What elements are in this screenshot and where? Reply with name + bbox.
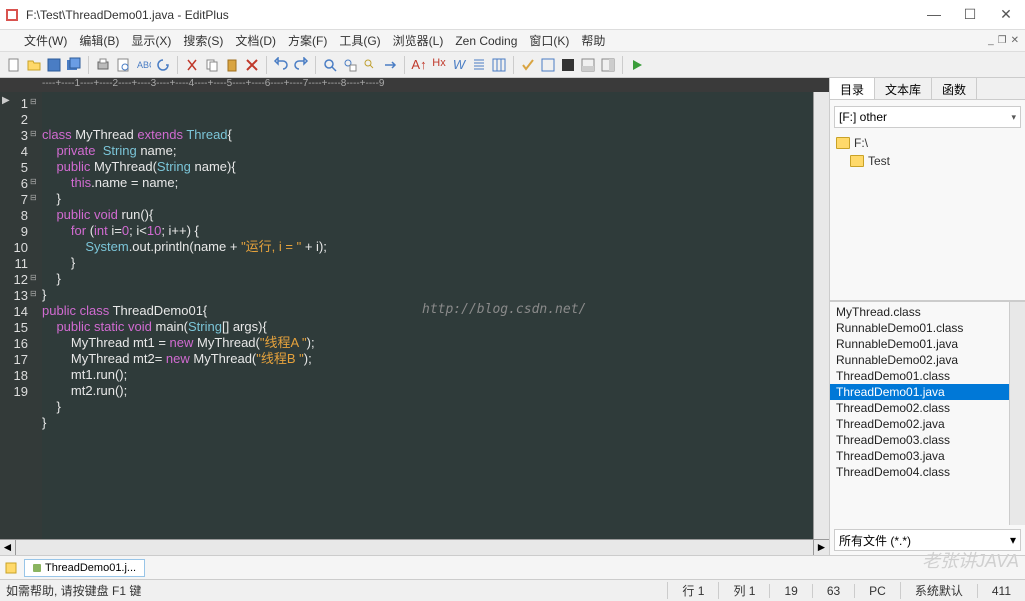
status-col: 列 1 — [718, 582, 769, 599]
redo-icon[interactable] — [293, 57, 309, 73]
file-item[interactable]: RunnableDemo01.class — [830, 320, 1009, 336]
window-title: F:\Test\ThreadDemo01.java - EditPlus — [26, 8, 927, 22]
file-filter-dropdown[interactable]: 所有文件 (*.*) ▾ — [834, 529, 1021, 551]
menu-browser[interactable]: 浏览器(L) — [393, 32, 444, 49]
indent-icon[interactable] — [471, 57, 487, 73]
new-file-icon[interactable] — [6, 57, 22, 73]
vertical-scrollbar[interactable] — [813, 92, 829, 539]
menu-doc[interactable]: 文档(D) — [235, 32, 276, 49]
status-encoding: PC — [854, 584, 900, 598]
status-line: 行 1 — [667, 582, 718, 599]
watermark-url: http://blog.csdn.net/ — [422, 302, 586, 318]
file-list[interactable]: MyThread.classRunnableDemo01.classRunnab… — [830, 302, 1009, 525]
maximize-button[interactable]: ☐ — [963, 8, 977, 22]
title-bar: F:\Test\ThreadDemo01.java - EditPlus — ☐… — [0, 0, 1025, 30]
spell-icon[interactable]: ABC — [135, 57, 151, 73]
svg-text:ABC: ABC — [137, 60, 151, 70]
folder-tree[interactable]: F:\Test — [830, 130, 1025, 300]
app-icon — [4, 7, 20, 23]
status-ime: 系统默认 — [900, 582, 977, 599]
status-help: 如需帮助, 请按键盘 F1 键 — [0, 582, 667, 599]
file-list-scrollbar[interactable] — [1009, 302, 1025, 525]
file-item[interactable]: ThreadDemo02.java — [830, 416, 1009, 432]
menu-help[interactable]: 帮助 — [581, 32, 605, 49]
drive-dropdown[interactable]: [F:] other ▾ — [834, 106, 1021, 128]
chevron-down-icon: ▾ — [1010, 533, 1016, 547]
replace-icon[interactable] — [342, 57, 358, 73]
status-chars: 63 — [812, 584, 854, 598]
status-bar: 如需帮助, 请按键盘 F1 键 行 1 列 1 19 63 PC 系统默认 41… — [0, 579, 1025, 601]
menu-plan[interactable]: 方案(F) — [288, 32, 327, 49]
menu-bar: 文件(W) 编辑(B) 显示(X) 搜索(S) 文档(D) 方案(F) 工具(G… — [0, 30, 1025, 52]
font-larger-icon[interactable]: A↑ — [411, 57, 427, 73]
mdi-close-icon[interactable]: ✕ — [1011, 35, 1019, 46]
side-panel: 目录 文本库 函数 [F:] other ▾ F:\Test MyThread.… — [829, 78, 1025, 555]
file-item[interactable]: ThreadDemo04.class — [830, 464, 1009, 480]
document-tab[interactable]: ThreadDemo01.j... — [24, 559, 145, 577]
terminal-icon[interactable] — [560, 57, 576, 73]
menu-search[interactable]: 搜索(S) — [183, 32, 223, 49]
menu-view[interactable]: 显示(X) — [131, 32, 171, 49]
columns-icon[interactable] — [491, 57, 507, 73]
cut-icon[interactable] — [184, 57, 200, 73]
check-icon[interactable] — [520, 57, 536, 73]
save-icon[interactable] — [46, 57, 62, 73]
menu-window[interactable]: 窗口(K) — [529, 32, 569, 49]
side-tab-cliptext[interactable]: 文本库 — [875, 78, 932, 99]
goto-icon[interactable] — [382, 57, 398, 73]
menu-file[interactable]: 文件(W) — [24, 32, 67, 49]
chevron-down-icon: ▾ — [1011, 112, 1016, 123]
file-item[interactable]: ThreadDemo01.class — [830, 368, 1009, 384]
side-tab-directory[interactable]: 目录 — [830, 78, 875, 99]
ruler: ----+----1----+----2----+----3----+----4… — [0, 78, 829, 92]
file-item[interactable]: ThreadDemo03.java — [830, 448, 1009, 464]
toolbar: ABC A↑ Hx W — [0, 52, 1025, 78]
print-icon[interactable] — [95, 57, 111, 73]
folder-item[interactable]: F:\ — [836, 134, 1019, 152]
code-arrow-icon: ▶ — [2, 95, 10, 106]
file-item[interactable]: ThreadDemo02.class — [830, 400, 1009, 416]
code-editor[interactable]: class MyThread extends Thread{ private S… — [42, 92, 813, 539]
menu-tools[interactable]: 工具(G) — [339, 32, 380, 49]
paste-icon[interactable] — [224, 57, 240, 73]
file-item[interactable]: ThreadDemo01.java — [830, 384, 1009, 400]
editor-pane: ----+----1----+----2----+----3----+----4… — [0, 78, 829, 555]
file-item[interactable]: MyThread.class — [830, 304, 1009, 320]
find-icon[interactable] — [322, 57, 338, 73]
side-tab-functions[interactable]: 函数 — [932, 78, 977, 99]
side-icon[interactable] — [600, 57, 616, 73]
mdi-restore-icon[interactable]: ❐ — [998, 35, 1007, 46]
mdi-minimize-icon[interactable]: _ — [988, 35, 994, 46]
minimize-button[interactable]: — — [927, 8, 941, 22]
menu-edit[interactable]: 编辑(B) — [79, 32, 119, 49]
preview-icon[interactable] — [115, 57, 131, 73]
status-total-lines: 19 — [769, 584, 811, 598]
copy-icon[interactable] — [204, 57, 220, 73]
file-item[interactable]: RunnableDemo02.java — [830, 352, 1009, 368]
wordwrap-icon[interactable]: W — [451, 57, 467, 73]
browser-icon[interactable] — [540, 57, 556, 73]
file-item[interactable]: ThreadDemo03.class — [830, 432, 1009, 448]
file-item[interactable]: RunnableDemo01.java — [830, 336, 1009, 352]
font-smaller-icon[interactable]: Hx — [431, 57, 447, 73]
line-gutter[interactable]: 1⊟23⊟456⊟7⊟89101112⊟13⊟141516171819 — [0, 92, 42, 539]
open-file-icon[interactable] — [26, 57, 42, 73]
folder-item[interactable]: Test — [836, 152, 1019, 170]
modified-dot-icon — [33, 564, 41, 572]
undo-icon[interactable] — [273, 57, 289, 73]
document-tab-label: ThreadDemo01.j... — [45, 562, 136, 574]
delete-icon[interactable] — [244, 57, 260, 73]
save-all-icon[interactable] — [66, 57, 82, 73]
close-button[interactable]: ✕ — [999, 8, 1013, 22]
find-files-icon[interactable] — [362, 57, 378, 73]
run-icon[interactable] — [629, 57, 645, 73]
refresh-icon[interactable] — [155, 57, 171, 73]
document-tabs: ThreadDemo01.j... — [0, 555, 1025, 579]
menu-zen[interactable]: Zen Coding — [455, 34, 517, 48]
status-length: 411 — [977, 584, 1025, 598]
panel-icon[interactable] — [580, 57, 596, 73]
doc-list-icon[interactable] — [4, 561, 18, 575]
horizontal-scrollbar[interactable]: ◄ ► — [0, 539, 829, 555]
